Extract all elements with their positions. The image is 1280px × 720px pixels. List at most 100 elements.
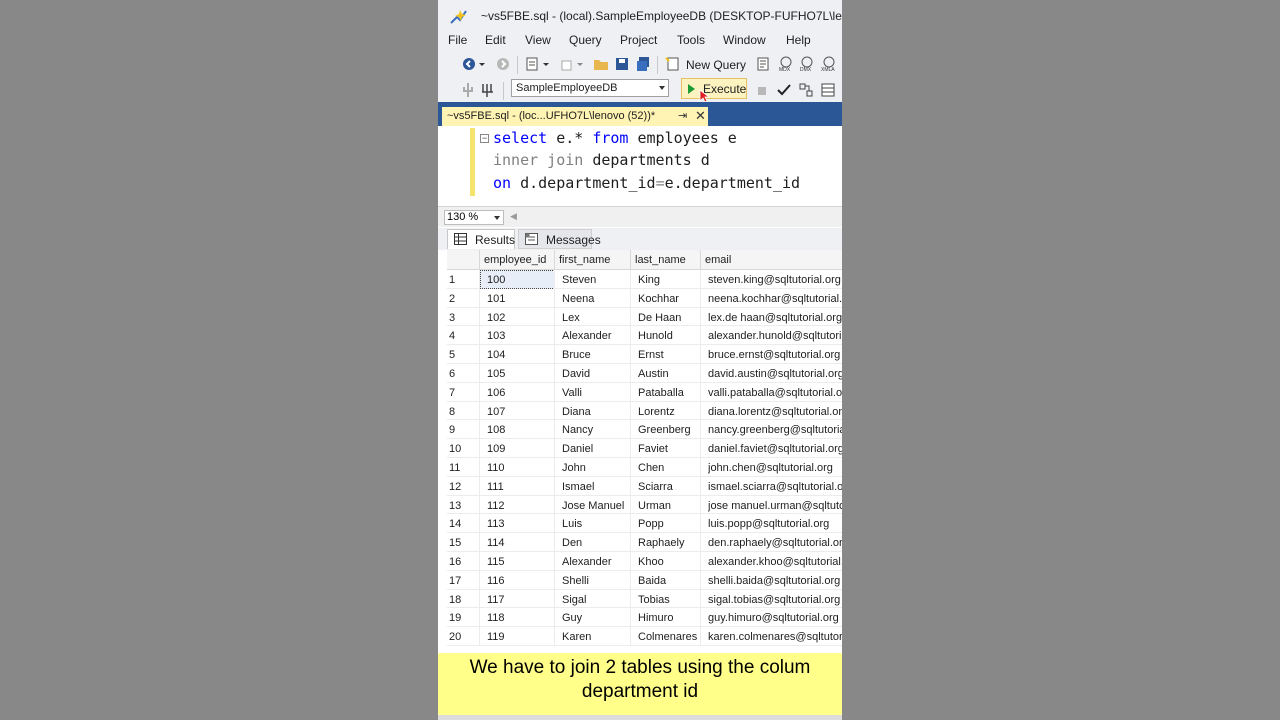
first-name-cell[interactable]: Sigal [562,594,631,606]
menu-window[interactable]: Window [723,33,766,47]
employee-id-cell[interactable]: 116 [487,575,555,587]
row-number[interactable]: 19 [449,612,480,624]
new-query-button[interactable]: New Query [686,58,746,72]
employee-id-cell[interactable]: 109 [487,443,555,455]
row-number[interactable]: 4 [449,330,480,342]
last-name-cell[interactable]: Himuro [638,612,701,624]
employee-id-cell[interactable]: 112 [487,500,555,512]
menu-edit[interactable]: Edit [485,33,506,47]
last-name-cell[interactable]: Lorentz [638,406,701,418]
column-header-email[interactable]: email [701,250,842,270]
row-number[interactable]: 15 [449,537,480,549]
query-file-icon[interactable] [755,56,771,72]
column-header-employee-id[interactable]: employee_id [480,250,555,270]
row-number[interactable]: 5 [449,349,480,361]
row-number[interactable]: 12 [449,481,480,493]
employee-id-cell[interactable]: 115 [487,556,555,568]
new-project-dropdown-icon[interactable] [542,56,550,72]
email-cell[interactable]: nancy.greenberg@sqltutorial.org [708,424,842,436]
first-name-cell[interactable]: Alexander [562,330,631,342]
menu-help[interactable]: Help [786,33,811,47]
row-number[interactable]: 9 [449,424,480,436]
table-row[interactable]: 6 105 David Austin david.austin@sqltutorial.… [447,364,842,383]
scroll-left-icon[interactable]: ◀ [510,211,517,222]
table-row[interactable]: 13 112 Jose Manuel Urman jose manuel.urman@s… [447,495,842,515]
row-number[interactable]: 20 [449,631,480,643]
zoom-selector[interactable]: 130 % [444,210,504,225]
stop-icon[interactable] [756,82,768,98]
employee-id-cell[interactable]: 103 [487,330,555,342]
mdx-query-icon[interactable]: MDX [778,56,794,72]
last-name-cell[interactable]: Popp [638,518,701,530]
email-cell[interactable]: diana.lorentz@sqltutorial.org [708,406,842,418]
email-cell[interactable]: alexander.khoo@sqltutorial.org [708,556,842,568]
table-row[interactable]: 4 103 Alexander Hunold alexander.hunold@sqlt… [447,326,842,346]
table-row[interactable]: 19 118 Guy Himuro guy.himuro@sqltutorial.org [447,608,842,628]
results-grid[interactable]: employee_id first_name last_name email 1… [447,250,842,653]
menu-project[interactable]: Project [620,33,657,47]
first-name-cell[interactable]: Daniel [562,443,631,455]
back-icon[interactable] [461,56,477,72]
employee-id-cell[interactable]: 119 [487,631,555,643]
email-cell[interactable]: lex.de haan@sqltutorial.org [708,312,842,324]
new-query-icon[interactable] [665,56,681,72]
row-number[interactable]: 16 [449,556,480,568]
menu-tools[interactable]: Tools [677,33,705,47]
last-name-cell[interactable]: Kochhar [638,293,701,305]
last-name-cell[interactable]: De Haan [638,312,701,324]
email-cell[interactable]: sigal.tobias@sqltutorial.org [708,594,842,606]
row-number[interactable]: 6 [449,368,480,380]
last-name-cell[interactable]: Raphaely [638,537,701,549]
email-cell[interactable]: ismael.sciarra@sqltutorial.org [708,481,842,493]
email-cell[interactable]: jose manuel.urman@sqltutorial.org [708,500,842,512]
grid-corner[interactable] [447,250,480,270]
first-name-cell[interactable]: David [562,368,631,380]
new-project-icon[interactable] [524,56,540,72]
last-name-cell[interactable]: Colmenares [638,631,701,643]
row-number[interactable]: 18 [449,594,480,606]
first-name-cell[interactable]: Valli [562,387,631,399]
row-number[interactable]: 13 [449,500,480,512]
add-item-icon[interactable] [559,56,575,72]
execute-button[interactable]: Execute [681,78,747,103]
table-row[interactable]: 20 119 Karen Colmenares karen.colmenares@sql… [447,627,842,646]
column-header-last-name[interactable]: last_name [631,250,701,270]
query-editor[interactable]: − select e.* from employees e inner join… [438,126,842,206]
employee-id-cell[interactable]: 100 [487,274,555,286]
email-cell[interactable]: david.austin@sqltutorial.org [708,368,842,380]
tab-results[interactable]: Results [447,229,515,249]
save-icon[interactable] [614,56,630,72]
last-name-cell[interactable]: Urman [638,500,701,512]
row-number[interactable]: 11 [449,462,480,474]
forward-icon[interactable] [495,56,511,72]
close-icon[interactable]: ✕ [695,108,706,124]
pin-icon[interactable]: ⇥ [678,109,687,122]
employee-id-cell[interactable]: 118 [487,612,555,624]
last-name-cell[interactable]: Greenberg [638,424,701,436]
last-name-cell[interactable]: Tobias [638,594,701,606]
employee-id-cell[interactable]: 113 [487,518,555,530]
table-row[interactable]: 5 104 Bruce Ernst bruce.ernst@sqltutorial.or… [447,345,842,364]
employee-id-cell[interactable]: 110 [487,462,555,474]
table-row[interactable]: 7 106 Valli Pataballa valli.pataballa@sqltut… [447,382,842,402]
table-row[interactable]: 9 108 Nancy Greenberg nancy.greenberg@sqltut… [447,420,842,440]
first-name-cell[interactable]: Lex [562,312,631,324]
menu-view[interactable]: View [525,33,551,47]
results-to-icon[interactable] [820,82,836,98]
email-cell[interactable]: valli.pataballa@sqltutorial.org [708,387,842,399]
employee-id-cell[interactable]: 101 [487,293,555,305]
table-row[interactable]: 3 102 Lex De Haan lex.de haan@sqltutorial.or… [447,307,842,327]
last-name-cell[interactable]: Sciarra [638,481,701,493]
employee-id-cell[interactable]: 107 [487,406,555,418]
first-name-cell[interactable]: Shelli [562,575,631,587]
first-name-cell[interactable]: Diana [562,406,631,418]
first-name-cell[interactable]: Ismael [562,481,631,493]
execution-plan-icon[interactable] [798,82,814,98]
first-name-cell[interactable]: Alexander [562,556,631,568]
email-cell[interactable]: shelli.baida@sqltutorial.org [708,575,842,587]
email-cell[interactable]: daniel.faviet@sqltutorial.org [708,443,842,455]
collapse-icon[interactable]: − [480,134,489,143]
last-name-cell[interactable]: King [638,274,701,286]
save-all-icon[interactable] [635,56,651,72]
first-name-cell[interactable]: Neena [562,293,631,305]
